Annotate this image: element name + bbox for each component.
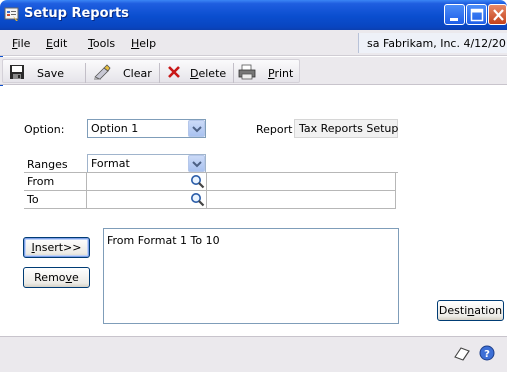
note-icon[interactable] bbox=[453, 345, 471, 364]
remove-button[interactable]: Remove bbox=[23, 267, 90, 288]
form-content: Option: Option 1 Report Tax Reports Setu… bbox=[0, 86, 507, 336]
grid-divider bbox=[206, 191, 207, 209]
from-row: From bbox=[24, 173, 396, 191]
destination-button[interactable]: Destination bbox=[437, 300, 504, 321]
lookup-magnifier-icon[interactable] bbox=[190, 174, 205, 192]
option-label: Option: bbox=[24, 123, 65, 136]
to-row: To bbox=[24, 191, 396, 209]
minimize-button[interactable] bbox=[444, 4, 465, 25]
title-bar[interactable]: Setup Reports bbox=[0, 0, 507, 30]
remove-label-pre: Remo bbox=[34, 271, 66, 284]
save-button[interactable]: Save bbox=[9, 64, 81, 82]
window-title: Setup Reports bbox=[24, 6, 129, 21]
ranges-value: Format bbox=[91, 157, 130, 170]
delete-label: Delete bbox=[190, 67, 226, 80]
ranges-label: Ranges bbox=[27, 158, 68, 171]
menu-edit-accel: E bbox=[46, 37, 53, 50]
delete-rest: elete bbox=[198, 67, 227, 80]
delete-x-icon bbox=[166, 64, 182, 83]
list-item[interactable]: From Format 1 To 10 bbox=[107, 234, 398, 247]
remove-label-post: e bbox=[72, 271, 79, 284]
menu-file[interactable]: File bbox=[12, 37, 30, 50]
user-company-date-status: sa Fabrikam, Inc. 4/12/2017 bbox=[358, 33, 507, 53]
destination-label-pre: Desti bbox=[438, 304, 468, 317]
grid-right-border bbox=[395, 173, 396, 191]
to-label: To bbox=[27, 193, 39, 206]
grid-right-border bbox=[395, 191, 396, 209]
menu-edit-label: dit bbox=[52, 37, 68, 50]
from-label: From bbox=[27, 175, 55, 188]
restrictions-list[interactable]: From Format 1 To 10 bbox=[103, 228, 399, 324]
svg-text:?: ? bbox=[484, 349, 490, 360]
help-icon[interactable]: ? bbox=[479, 345, 495, 364]
menu-tools-label: ools bbox=[92, 37, 116, 50]
clear-button[interactable]: Clear bbox=[93, 64, 155, 82]
report-label: Report bbox=[256, 123, 293, 136]
option-dropdown-button[interactable] bbox=[188, 120, 205, 137]
option-value: Option 1 bbox=[91, 122, 139, 135]
destination-label-post: ation bbox=[474, 304, 503, 317]
chevron-down-icon bbox=[192, 161, 202, 168]
menu-help-label: elp bbox=[139, 37, 157, 50]
setup-reports-window: Setup Reports File Edit Tools Help sa Fa… bbox=[0, 0, 507, 372]
insert-button[interactable]: Insert>> bbox=[23, 237, 90, 258]
menu-file-label: ile bbox=[17, 37, 31, 50]
lookup-magnifier-icon[interactable] bbox=[190, 192, 205, 210]
close-button[interactable] bbox=[488, 4, 507, 25]
delete-button[interactable]: Delete bbox=[166, 64, 230, 82]
grid-divider bbox=[206, 173, 207, 191]
menu-tools[interactable]: Tools bbox=[88, 37, 115, 50]
toolbar: Save Clear Delete Print bbox=[0, 57, 507, 85]
print-label: Print bbox=[268, 67, 293, 80]
toolbar-separator bbox=[85, 63, 86, 83]
toolbar-strip: Save Clear Delete Print bbox=[2, 59, 300, 83]
clear-label: Clear bbox=[123, 67, 152, 80]
menu-bar: File Edit Tools Help sa Fabrikam, Inc. 4… bbox=[0, 30, 507, 56]
printer-icon bbox=[238, 64, 256, 83]
insert-label: nsert>> bbox=[34, 241, 82, 254]
eraser-icon bbox=[93, 64, 111, 83]
toolbar-separator bbox=[159, 63, 160, 83]
maximize-button[interactable] bbox=[466, 4, 487, 25]
save-label: Save bbox=[37, 67, 65, 80]
chevron-down-icon bbox=[192, 126, 202, 133]
toolbar-separator bbox=[233, 63, 234, 83]
setup-reports-icon bbox=[4, 6, 21, 23]
report-value: Tax Reports Setup bbox=[294, 119, 398, 138]
status-bar: ? bbox=[0, 336, 507, 372]
menu-edit[interactable]: Edit bbox=[46, 37, 67, 50]
menu-help[interactable]: Help bbox=[131, 37, 156, 50]
print-button[interactable]: Print bbox=[238, 64, 296, 82]
from-input[interactable] bbox=[87, 173, 187, 191]
ranges-dropdown-button[interactable] bbox=[188, 155, 205, 172]
save-icon bbox=[9, 64, 25, 83]
to-input[interactable] bbox=[87, 191, 187, 209]
print-rest: rint bbox=[274, 67, 294, 80]
